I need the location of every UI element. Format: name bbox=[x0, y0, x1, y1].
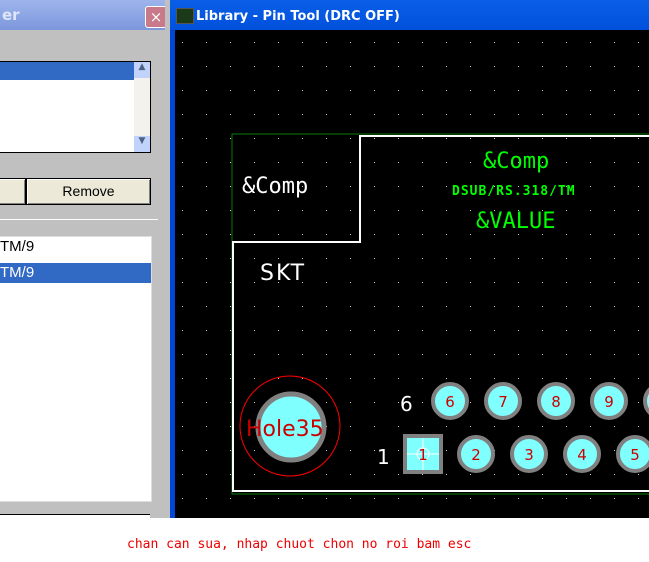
pad-number: 9 bbox=[604, 393, 614, 411]
pad-number: 2 bbox=[471, 446, 481, 464]
package-label[interactable]: DSUB/RS.318/TM bbox=[452, 184, 576, 199]
annotation-note: chan can sua, nhap chuot chon no roi bam… bbox=[127, 537, 472, 552]
scroll-down-icon[interactable]: ▼ bbox=[134, 136, 150, 152]
add-button[interactable] bbox=[0, 178, 26, 205]
ref-label[interactable]: SKT bbox=[260, 261, 306, 286]
pad[interactable] bbox=[643, 384, 649, 418]
component-dialog: er × ▲ ▼ Remove TM/9 TM/9 bbox=[0, 0, 170, 519]
remove-button[interactable]: Remove bbox=[26, 178, 151, 205]
comp-label[interactable]: &Comp bbox=[242, 174, 308, 199]
top-listbox[interactable]: ▲ ▼ bbox=[0, 61, 151, 153]
row-bottom-label: 1 bbox=[377, 445, 390, 469]
scroll-up-icon[interactable]: ▲ bbox=[134, 62, 150, 78]
close-button[interactable]: × bbox=[145, 6, 167, 28]
pad-number: 6 bbox=[445, 393, 455, 411]
app-icon bbox=[176, 8, 194, 24]
value-label[interactable]: &VALUE bbox=[476, 209, 555, 234]
hole-label: Hole35 bbox=[246, 417, 324, 442]
pad-number: 4 bbox=[577, 446, 587, 464]
list-item-selected[interactable]: TM/9 bbox=[0, 263, 151, 283]
row-top-label: 6 bbox=[400, 392, 413, 416]
comp-label-green[interactable]: &Comp bbox=[483, 149, 549, 174]
bottom-field bbox=[0, 514, 150, 519]
window-title: Library - Pin Tool (DRC OFF) bbox=[196, 9, 400, 24]
window-title-bar: Library - Pin Tool (DRC OFF) bbox=[170, 0, 649, 30]
pad-number: 8 bbox=[551, 393, 561, 411]
divider bbox=[0, 219, 158, 220]
dialog-title: er bbox=[2, 6, 20, 24]
pad-number: 3 bbox=[524, 446, 534, 464]
pad-number: 1 bbox=[418, 446, 428, 464]
list-item[interactable]: TM/9 bbox=[0, 237, 151, 257]
pad-number: 5 bbox=[630, 446, 640, 464]
pcb-canvas[interactable]: &Comp &Comp DSUB/RS.318/TM &VALUE SKT Ho… bbox=[175, 30, 649, 518]
pad-number: 7 bbox=[498, 393, 508, 411]
scrollbar[interactable]: ▲ ▼ bbox=[134, 62, 150, 152]
list-item-selected[interactable] bbox=[0, 62, 134, 80]
pin-listbox[interactable]: TM/9 TM/9 bbox=[0, 236, 152, 502]
